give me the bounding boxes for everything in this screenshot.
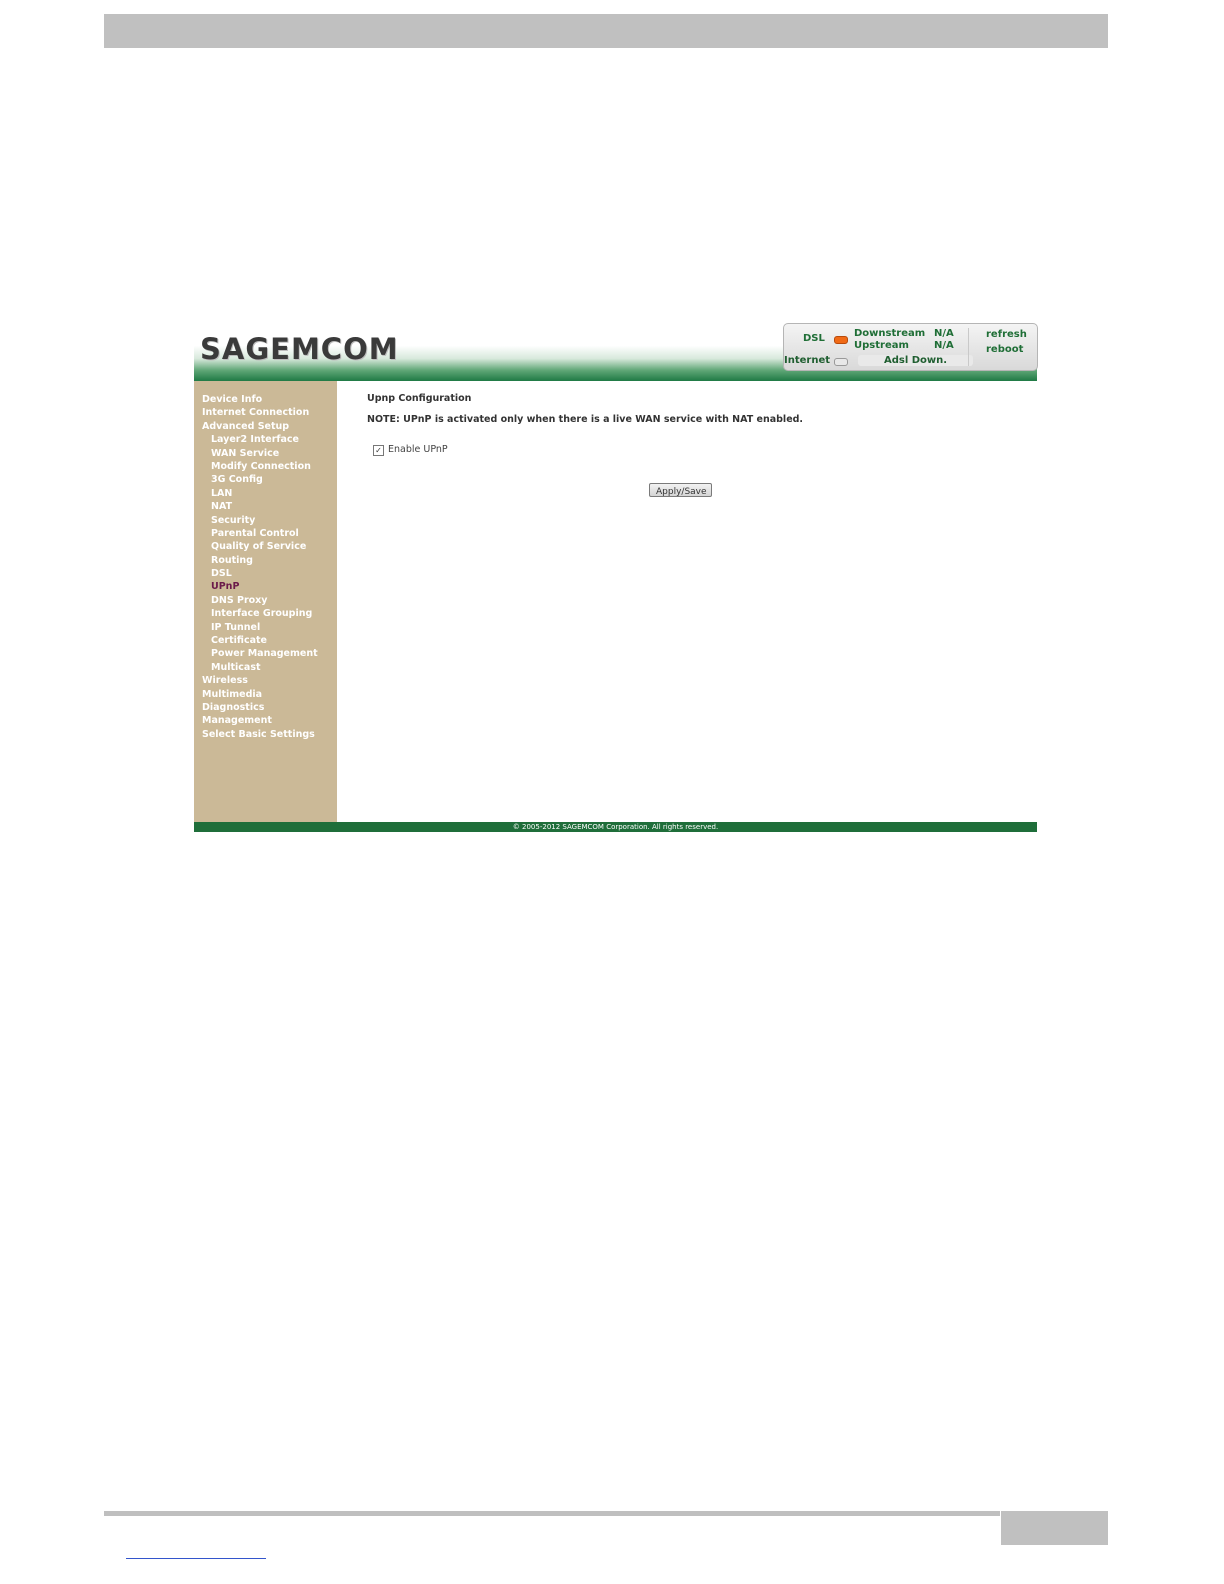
dsl-led-icon	[834, 336, 848, 344]
sidebar-item-certificate[interactable]: Certificate	[194, 634, 337, 647]
sidebar-item-multicast[interactable]: Multicast	[194, 661, 337, 674]
sidebar-item-nat[interactable]: NAT	[194, 500, 337, 513]
upstream-label: Upstream	[854, 340, 909, 351]
sidebar-item-internet-connection[interactable]: Internet Connection	[194, 406, 337, 419]
sidebar-item-ip-tunnel[interactable]: IP Tunnel	[194, 621, 337, 634]
adsl-status: Adsl Down.	[858, 355, 974, 366]
page-title: Upnp Configuration	[367, 393, 472, 404]
downstream-label: Downstream	[854, 328, 926, 339]
document-footer-link[interactable]	[126, 1558, 266, 1559]
sidebar-item-select-basic-settings[interactable]: Select Basic Settings	[194, 728, 337, 741]
sidebar-item-power-management[interactable]: Power Management	[194, 647, 337, 660]
enable-upnp-label: Enable UPnP	[388, 444, 448, 455]
dsl-label: DSL	[803, 333, 825, 344]
sidebar-item-wan-service[interactable]: WAN Service	[194, 447, 337, 460]
sidebar-item-advanced-setup[interactable]: Advanced Setup	[194, 420, 337, 433]
sidebar-item-layer2-interface[interactable]: Layer2 Interface	[194, 433, 337, 446]
status-panel: DSL Downstream Upstream N/A N/A Internet…	[783, 323, 1038, 371]
sidebar-item-upnp[interactable]: UPnP	[194, 580, 337, 593]
sidebar-menu: Device Info Internet Connection Advanced S…	[194, 381, 337, 822]
document-footer-box	[1001, 1511, 1108, 1545]
sidebar-item-routing[interactable]: Routing	[194, 554, 337, 567]
sidebar-item-management[interactable]: Management	[194, 714, 337, 727]
document-header-bar	[104, 14, 1108, 48]
sidebar-item-modify-connection[interactable]: Modify Connection	[194, 460, 337, 473]
sidebar-item-wireless[interactable]: Wireless	[194, 674, 337, 687]
reboot-button[interactable]: reboot	[986, 344, 1023, 355]
upnp-note: NOTE: UPnP is activated only when there …	[367, 414, 804, 425]
sidebar-item-quality-of-service[interactable]: Quality of Service	[194, 540, 337, 553]
sidebar-item-lan[interactable]: LAN	[194, 487, 337, 500]
downstream-value: N/A	[934, 328, 954, 339]
sidebar-item-parental-control[interactable]: Parental Control	[194, 527, 337, 540]
main-content: Upnp Configuration NOTE: UPnP is activat…	[337, 381, 1037, 822]
sagemcom-logo: SAGEMCOM	[200, 332, 399, 366]
sidebar-item-dsl[interactable]: DSL	[194, 567, 337, 580]
status-divider	[968, 328, 969, 366]
header-banner: SAGEMCOM DSL Downstream Upstream N/A N/A…	[194, 322, 1038, 381]
copyright-footer: © 2005-2012 SAGEMCOM Corporation. All ri…	[194, 822, 1037, 832]
refresh-button[interactable]: refresh	[986, 329, 1027, 340]
document-footer-line	[104, 1511, 1000, 1516]
sidebar-list: Device Info Internet Connection Advanced S…	[194, 381, 337, 741]
internet-led-icon	[834, 358, 848, 366]
sidebar-item-security[interactable]: Security	[194, 514, 337, 527]
sidebar-item-device-info[interactable]: Device Info	[194, 393, 337, 406]
sidebar-item-multimedia[interactable]: Multimedia	[194, 688, 337, 701]
router-ui-screenshot: SAGEMCOM DSL Downstream Upstream N/A N/A…	[194, 322, 1038, 832]
enable-upnp-checkbox[interactable]: ✓	[373, 445, 384, 456]
sidebar-item-diagnostics[interactable]: Diagnostics	[194, 701, 337, 714]
apply-save-button[interactable]: Apply/Save	[649, 483, 712, 497]
internet-label: Internet	[784, 355, 831, 366]
sidebar-item-dns-proxy[interactable]: DNS Proxy	[194, 594, 337, 607]
sidebar-item-3g-config[interactable]: 3G Config	[194, 473, 337, 486]
upstream-value: N/A	[934, 340, 954, 351]
sidebar-item-interface-grouping[interactable]: Interface Grouping	[194, 607, 337, 620]
